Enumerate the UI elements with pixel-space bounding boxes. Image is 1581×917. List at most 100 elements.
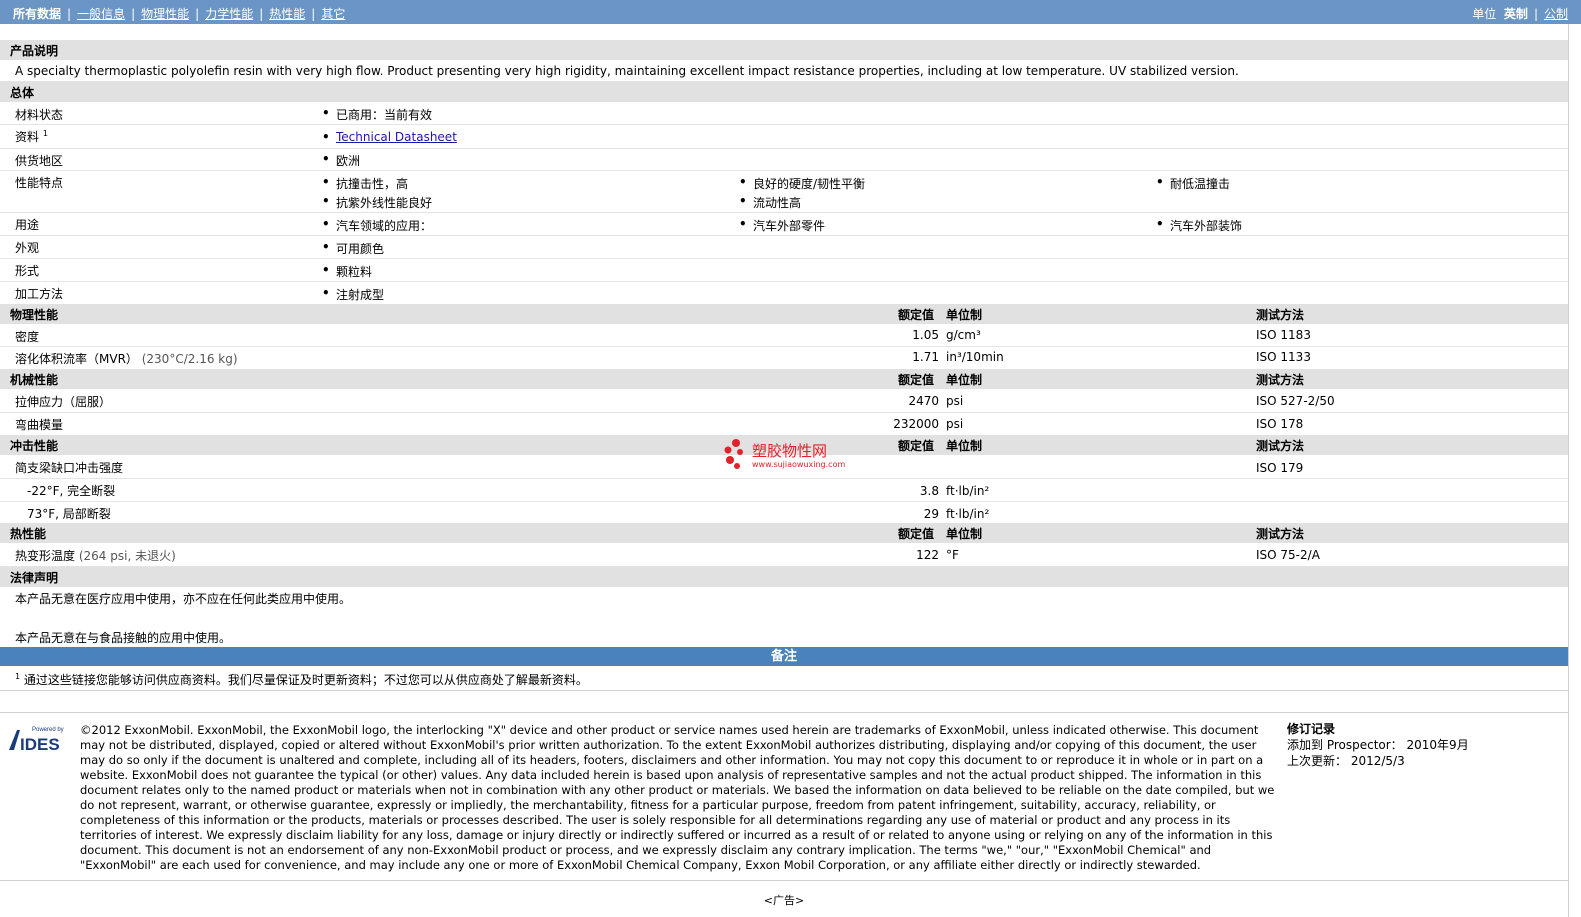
tab-all-data[interactable]: 所有数据 xyxy=(13,7,61,21)
list-item: 汽车外部装饰 xyxy=(1156,217,1242,234)
svg-text:Powered by: Powered by xyxy=(32,727,64,733)
row-mvr: 溶化体积流率（MVR） (230°C/2.16 kg) 1.71 in³/10m… xyxy=(0,347,1568,370)
row-label: 73°F, 局部断裂 xyxy=(27,507,111,521)
nominal-value: 232000 xyxy=(893,417,939,431)
revision-record: 修订记录 添加到 Prospector： 2010年9月 上次更新： 2012/… xyxy=(1287,721,1469,769)
copyright-text: ©2012 ExxonMobil. ExxonMobil, the ExxonM… xyxy=(80,723,1275,872)
tab-physical[interactable]: 物理性能 xyxy=(141,7,189,21)
list-item: 可用颜色 xyxy=(322,240,384,257)
svg-text:IDES: IDES xyxy=(20,735,60,752)
section-title: 冲击性能 xyxy=(10,439,59,453)
test-method: ISO 179 xyxy=(1256,461,1304,475)
watermark-logo: 塑胶物性网 www.sujiaowuxing.com xyxy=(722,438,862,474)
row-label: 材料状态 xyxy=(15,108,64,122)
list-item: 良好的硬度/韧性平衡 xyxy=(739,175,865,192)
section-title: 机械性能 xyxy=(10,373,59,387)
section-physical: 物理性能 额定值 单位制 测试方法 xyxy=(0,304,1568,324)
tab-general-info[interactable]: 一般信息 xyxy=(77,7,125,21)
data-tabs: 所有数据 | 一般信息 | 物理性能 | 力学性能 | 热性能 | 其它 xyxy=(13,7,346,21)
row-label: 简支梁缺口冲击强度 xyxy=(15,461,124,475)
column-header-unit: 单位制 xyxy=(946,527,983,541)
row-label: 供货地区 xyxy=(15,154,64,168)
revision-heading: 修订记录 xyxy=(1287,722,1336,736)
row-label: 资料 1 xyxy=(15,129,48,144)
row-label: 密度 xyxy=(15,330,40,344)
unit-label: 单位 xyxy=(1472,7,1497,21)
watermark-dots-icon xyxy=(724,439,743,469)
section-title: 物理性能 xyxy=(10,308,59,322)
row-label: 用途 xyxy=(15,218,40,232)
row-features: 性能特点 抗撞击性，高 良好的硬度/韧性平衡 耐低温撞击 抗紫外线性能良好 流动… xyxy=(0,171,1568,213)
column-header-test: 测试方法 xyxy=(1256,373,1305,387)
section-general: 总体 xyxy=(0,82,1568,102)
row-label: 外观 xyxy=(15,241,40,255)
list-item: 汽车领域的应用： xyxy=(322,217,432,234)
row-charpy-minus22: -22°F, 完全断裂 3.8 ft·lb/in² xyxy=(0,479,1568,502)
list-item: 抗紫外线性能良好 xyxy=(322,194,432,211)
section-legal: 法律声明 xyxy=(0,567,1568,587)
tab-thermal[interactable]: 热性能 xyxy=(269,7,305,21)
list-item: Technical Datasheet xyxy=(322,130,457,144)
row-form: 形式 颗粒料 xyxy=(0,259,1568,282)
unit-value: ft·lb/in² xyxy=(946,507,990,521)
row-processing: 加工方法 注射成型 xyxy=(0,282,1568,305)
column-header-test: 测试方法 xyxy=(1256,308,1305,322)
list-item: 抗撞击性，高 xyxy=(322,175,408,192)
row-density: 密度 1.05 g/cm³ ISO 1183 xyxy=(0,325,1568,347)
section-title: 热性能 xyxy=(10,527,47,541)
list-item: 已商用：当前有效 xyxy=(322,106,432,123)
column-header-test: 测试方法 xyxy=(1256,527,1305,541)
section-thermal: 热性能 额定值 单位制 测试方法 xyxy=(0,523,1568,543)
list-item: 流动性高 xyxy=(739,194,801,211)
column-header-unit: 单位制 xyxy=(946,439,983,453)
nominal-value: 122 xyxy=(916,548,939,562)
unit-value: g/cm³ xyxy=(946,328,981,342)
row-label: 性能特点 xyxy=(15,176,64,190)
ad-placeholder[interactable]: <广告> xyxy=(0,892,1568,908)
row-material-status: 材料状态 已商用：当前有效 xyxy=(0,103,1568,125)
row-label: 加工方法 xyxy=(15,287,64,301)
section-title: 总体 xyxy=(10,86,35,100)
unit-metric[interactable]: 公制 xyxy=(1544,7,1568,21)
list-item: 欧洲 xyxy=(322,152,360,169)
section-product-description: 产品说明 xyxy=(0,40,1568,60)
ides-logo[interactable]: Powered by IDES xyxy=(8,724,70,754)
section-title: 法律声明 xyxy=(10,571,59,585)
test-method: ISO 1133 xyxy=(1256,350,1311,364)
nominal-value: 3.8 xyxy=(919,484,939,498)
note-text: 1 通过这些链接您能够访问供应商资料。我们尽量保证及时更新资料；不过您可以从供应… xyxy=(15,672,588,687)
row-charpy-73: 73°F, 局部断裂 29 ft·lb/in² xyxy=(0,502,1568,524)
updated-date: 上次更新： 2012/5/3 xyxy=(1287,754,1405,768)
column-header-nominal: 额定值 xyxy=(898,439,935,453)
row-label: 形式 xyxy=(15,264,40,278)
row-region: 供货地区 欧洲 xyxy=(0,149,1568,171)
unit-value: psi xyxy=(946,394,964,408)
row-flexural-modulus: 弯曲模量 232000 psi ISO 178 xyxy=(0,413,1568,436)
divider xyxy=(0,712,1568,713)
technical-datasheet-link[interactable]: Technical Datasheet xyxy=(336,130,457,144)
tab-mechanical[interactable]: 力学性能 xyxy=(205,7,253,21)
row-tensile-stress: 拉伸应力（屈服） 2470 psi ISO 527-2/50 xyxy=(0,390,1568,413)
test-method: ISO 527-2/50 xyxy=(1256,394,1335,408)
unit-value: °F xyxy=(946,548,959,562)
notes-bar: 备注 xyxy=(0,647,1568,666)
list-item: 颗粒料 xyxy=(322,263,372,280)
list-item: 耐低温撞击 xyxy=(1156,175,1230,192)
row-label: -22°F, 完全断裂 xyxy=(27,484,116,498)
legal-line-1: 本产品无意在医疗应用中使用，亦不应在任何此类应用中使用。 xyxy=(15,592,352,606)
row-label: 溶化体积流率（MVR） (230°C/2.16 kg) xyxy=(15,352,238,366)
added-date: 添加到 Prospector： 2010年9月 xyxy=(1287,738,1469,752)
unit-imperial[interactable]: 英制 xyxy=(1504,7,1528,21)
watermark-url: www.sujiaowuxing.com xyxy=(752,460,846,469)
section-mechanical: 机械性能 额定值 单位制 测试方法 xyxy=(0,369,1568,389)
column-header-nominal: 额定值 xyxy=(898,373,935,387)
list-item: 汽车外部零件 xyxy=(739,217,825,234)
column-header-nominal: 额定值 xyxy=(898,308,935,322)
legal-line-2: 本产品无意在与食品接触的应用中使用。 xyxy=(15,631,232,645)
row-hdt: 热变形温度 (264 psi, 未退火) 122 °F ISO 75-2/A xyxy=(0,544,1568,567)
unit-value: psi xyxy=(946,417,964,431)
tab-other[interactable]: 其它 xyxy=(321,7,345,21)
test-method: ISO 178 xyxy=(1256,417,1304,431)
test-method: ISO 1183 xyxy=(1256,328,1311,342)
description-text: A specialty thermoplastic polyolefin res… xyxy=(15,64,1239,78)
